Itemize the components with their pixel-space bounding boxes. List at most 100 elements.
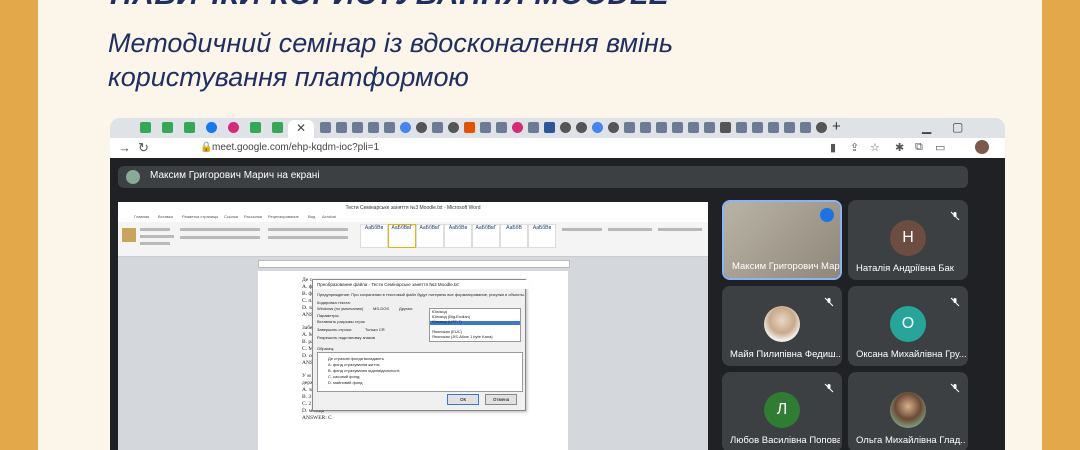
- tab-favicon[interactable]: [496, 122, 507, 133]
- word-tab[interactable]: Acrobat: [322, 214, 336, 219]
- participant-name: Оксана Михайлівна Гру...: [856, 349, 966, 360]
- tab-favicon[interactable]: [206, 122, 217, 133]
- insert-breaks-checkbox[interactable]: Вставлять разрывы строк: [317, 319, 365, 324]
- tab-favicon[interactable]: [368, 122, 379, 133]
- tab-favicon[interactable]: [560, 122, 571, 133]
- participant-tile[interactable]: Майя Пилипівна Федиш...: [722, 286, 842, 366]
- tab-favicon[interactable]: [576, 122, 587, 133]
- tab-favicon[interactable]: [228, 122, 239, 133]
- participant-tile[interactable]: Ольга Михайлівна Глад...: [848, 372, 968, 450]
- tab-favicon[interactable]: [320, 122, 331, 133]
- style-heading2[interactable]: АаБбВв: [444, 224, 472, 248]
- tab-favicon[interactable]: [140, 122, 151, 133]
- tab-favicon[interactable]: [384, 122, 395, 133]
- puzzle-icon[interactable]: ⧉: [915, 141, 923, 154]
- tab-favicon[interactable]: [464, 122, 475, 133]
- tab-favicon[interactable]: [640, 122, 651, 133]
- participant-name: Ольга Михайлівна Глад...: [856, 435, 966, 446]
- close-tab-icon[interactable]: ✕: [296, 121, 306, 135]
- end-lines-select[interactable]: Только CR: [365, 327, 385, 332]
- participant-tile[interactable]: Максим Григорович Мар...: [722, 200, 842, 280]
- tab-favicon[interactable]: [544, 122, 555, 133]
- tab-favicon[interactable]: [736, 122, 747, 133]
- encoding-list[interactable]: Юникод Юникод (Big-Endian) Юникод (UTF-7…: [429, 308, 521, 342]
- ruler: [258, 260, 570, 268]
- star-icon[interactable]: ☆: [870, 141, 880, 154]
- tab-favicon[interactable]: [720, 122, 731, 133]
- share-icon[interactable]: ⇪: [850, 141, 859, 154]
- tab-favicon[interactable]: [512, 122, 523, 133]
- style-title[interactable]: АаБбВвГ: [472, 224, 500, 248]
- tab-favicon[interactable]: [768, 122, 779, 133]
- word-tab[interactable]: Главная: [134, 214, 149, 219]
- tab-favicon[interactable]: [704, 122, 715, 133]
- profile-avatar[interactable]: [975, 140, 989, 154]
- mic-off-icon: [950, 208, 960, 221]
- tab-favicon[interactable]: [352, 122, 363, 133]
- word-tab[interactable]: Рецензирование: [268, 214, 299, 219]
- word-tab[interactable]: Ссылки: [224, 214, 238, 219]
- encoding-option-windows[interactable]: Windows (по умолчанию): [317, 306, 363, 311]
- doc-line: Забе: [302, 325, 313, 331]
- tab-favicon[interactable]: [656, 122, 667, 133]
- lock-icon: 🔒: [200, 142, 213, 153]
- camera-icon[interactable]: ▮: [830, 141, 836, 154]
- tab-favicon[interactable]: [480, 122, 491, 133]
- tab-favicon[interactable]: [752, 122, 763, 133]
- encoding-option-other[interactable]: Другая:: [399, 306, 413, 311]
- word-tab[interactable]: Разметка страницы: [182, 214, 218, 219]
- tab-favicon[interactable]: [432, 122, 443, 133]
- cancel-button[interactable]: Отмена: [485, 394, 517, 405]
- ok-button[interactable]: ОК: [447, 394, 479, 405]
- tab-favicon[interactable]: [688, 122, 699, 133]
- tab-favicon[interactable]: [592, 122, 603, 133]
- back-icon[interactable]: →: [118, 140, 131, 155]
- sidepanel-icon[interactable]: ▭: [935, 141, 945, 154]
- extensions-icon[interactable]: ✱: [895, 141, 904, 154]
- word-ribbon: АаБбВв АаБбВвГ АаБбВвГ АаБбВв АаБбВвГ Аа…: [118, 222, 708, 257]
- active-tab[interactable]: ✕: [288, 120, 314, 138]
- minimize-icon[interactable]: ▁: [922, 120, 931, 134]
- tab-favicon[interactable]: [184, 122, 195, 133]
- meet-area: Максим Григорович Марич на екрані Тести …: [110, 158, 1005, 450]
- participant-tile[interactable]: О Оксана Михайлівна Гру...: [848, 286, 968, 366]
- encoding-option-msdos[interactable]: MS-DOS: [373, 306, 389, 311]
- tab-favicon[interactable]: [816, 122, 827, 133]
- style-subtitle[interactable]: АаБбВ: [500, 224, 528, 248]
- participant-tile[interactable]: Н Наталія Андріївна Бак: [848, 200, 968, 280]
- reload-icon[interactable]: ↻: [138, 140, 149, 156]
- new-tab-button[interactable]: +: [832, 118, 841, 135]
- tab-favicon[interactable]: [608, 122, 619, 133]
- participant-tile[interactable]: Л Любов Василівна Попова: [722, 372, 842, 450]
- maximize-icon[interactable]: ▢: [952, 120, 963, 134]
- tab-favicon[interactable]: [336, 122, 347, 133]
- encoding-item[interactable]: Японская (JIS-Allow 1 byte Kana): [432, 334, 493, 339]
- allow-substitution-checkbox[interactable]: Разрешить подстановку знаков: [317, 335, 375, 340]
- style-heading1[interactable]: АаБбВвГ: [416, 224, 444, 248]
- style-nospacing[interactable]: АаБбВвГ: [388, 224, 416, 248]
- tab-favicon[interactable]: [416, 122, 427, 133]
- presenter-avatar: [126, 170, 140, 184]
- document-area: Де с A. фо B. фо C. пл D. за ANSV Забе A…: [118, 257, 708, 450]
- word-tab[interactable]: Вид: [308, 214, 315, 219]
- preview-label: Образец:: [317, 346, 335, 351]
- dialog-warning: Предупреждение: При сохранении в текстов…: [317, 292, 525, 297]
- style-emphasis[interactable]: АаБбВв: [528, 224, 556, 248]
- tab-favicon[interactable]: [624, 122, 635, 133]
- word-tab[interactable]: Вставка: [158, 214, 173, 219]
- tab-favicon[interactable]: [672, 122, 683, 133]
- tab-favicon[interactable]: [400, 122, 411, 133]
- word-tab[interactable]: Рассылки: [244, 214, 262, 219]
- style-normal[interactable]: АаБбВв: [360, 224, 388, 248]
- mic-off-icon: [824, 380, 834, 393]
- tab-favicon[interactable]: [272, 122, 283, 133]
- ribbon-group: [180, 228, 260, 231]
- url-field[interactable]: meet.google.com/ehp-kqdm-ioc?pli=1: [212, 142, 379, 153]
- tab-favicon[interactable]: [250, 122, 261, 133]
- tab-favicon[interactable]: [448, 122, 459, 133]
- paste-icon[interactable]: [122, 228, 136, 242]
- tab-favicon[interactable]: [800, 122, 811, 133]
- tab-favicon[interactable]: [528, 122, 539, 133]
- tab-favicon[interactable]: [162, 122, 173, 133]
- tab-favicon[interactable]: [784, 122, 795, 133]
